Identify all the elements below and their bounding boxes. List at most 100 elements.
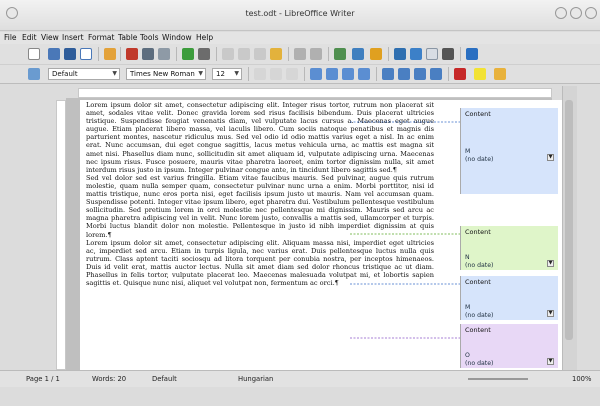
export-pdf-icon[interactable] bbox=[126, 48, 138, 60]
language[interactable]: Hungarian bbox=[238, 375, 273, 383]
scrollbar-thumb[interactable] bbox=[565, 100, 573, 340]
toolbar-separator bbox=[328, 47, 329, 61]
align-right-icon[interactable] bbox=[342, 68, 354, 80]
toolbar-separator bbox=[388, 47, 389, 61]
title-bar: test.odt - LibreOffice Writer bbox=[0, 0, 600, 31]
print-icon[interactable] bbox=[142, 48, 154, 60]
numbering-icon[interactable] bbox=[382, 68, 394, 80]
bullets-icon[interactable] bbox=[398, 68, 410, 80]
comment-menu-icon[interactable]: ▼ bbox=[547, 154, 554, 161]
menu-view[interactable]: View bbox=[41, 33, 59, 42]
data-sources-icon[interactable] bbox=[426, 48, 438, 60]
increase-indent-icon[interactable] bbox=[430, 68, 442, 80]
font-color-icon[interactable] bbox=[454, 68, 466, 80]
font-size-value: 12 bbox=[216, 70, 225, 78]
toolbar-separator bbox=[304, 67, 305, 81]
align-center-icon[interactable] bbox=[326, 68, 338, 80]
maximize-icon[interactable] bbox=[570, 7, 582, 19]
copy-icon[interactable] bbox=[238, 48, 250, 60]
menu-table[interactable]: Table bbox=[118, 33, 137, 42]
menu-edit[interactable]: Edit bbox=[22, 33, 37, 42]
decrease-indent-icon[interactable] bbox=[414, 68, 426, 80]
underline-icon[interactable] bbox=[286, 68, 298, 80]
menu-window[interactable]: Window bbox=[162, 33, 192, 42]
edit-file-icon[interactable] bbox=[104, 48, 116, 60]
toolbar-separator bbox=[120, 47, 121, 61]
paste-icon[interactable] bbox=[254, 48, 266, 60]
menu-help[interactable]: Help bbox=[196, 33, 213, 42]
new-document-icon[interactable] bbox=[28, 48, 40, 60]
comment-card[interactable]: Content M (no date) ▼ bbox=[460, 108, 558, 194]
justify-icon[interactable] bbox=[358, 68, 370, 80]
comment-content[interactable]: Content bbox=[465, 110, 491, 118]
comment-card[interactable]: Content O (no date) ▼ bbox=[460, 324, 558, 368]
page-count[interactable]: Page 1 / 1 bbox=[26, 375, 60, 383]
document-page[interactable]: Lorem ipsum dolor sit amet, consectetur … bbox=[80, 100, 470, 370]
help-icon[interactable] bbox=[466, 48, 478, 60]
page-style[interactable]: Default bbox=[152, 375, 177, 383]
status-bar: Page 1 / 1 Words: 20 Default Hungarian 1… bbox=[0, 370, 600, 387]
redo-icon[interactable] bbox=[310, 48, 322, 60]
menu-format[interactable]: Format bbox=[88, 33, 114, 42]
print-preview-icon[interactable] bbox=[158, 48, 170, 60]
gallery-icon[interactable] bbox=[410, 48, 422, 60]
zoom-level[interactable]: 100% bbox=[572, 375, 591, 383]
chevron-down-icon: ▼ bbox=[112, 70, 117, 77]
toolbar-separator bbox=[460, 47, 461, 61]
menu-insert[interactable]: Insert bbox=[62, 33, 84, 42]
open-icon[interactable] bbox=[48, 48, 60, 60]
navigator-icon[interactable] bbox=[394, 48, 406, 60]
font-size-select[interactable]: 12 ▼ bbox=[212, 68, 242, 80]
font-name-value: Times New Roman bbox=[130, 70, 195, 78]
minimize-icon[interactable] bbox=[555, 7, 567, 19]
align-left-icon[interactable] bbox=[310, 68, 322, 80]
comments-pane: Content M (no date) ▼ Content N (no date… bbox=[460, 100, 562, 370]
italic-icon[interactable] bbox=[270, 68, 282, 80]
table-icon[interactable] bbox=[352, 48, 364, 60]
comment-menu-icon[interactable]: ▼ bbox=[547, 310, 554, 317]
toolbar-separator bbox=[216, 47, 217, 61]
comment-content[interactable]: Content bbox=[465, 228, 491, 236]
background-color-icon[interactable] bbox=[494, 68, 506, 80]
menu-bar: File Edit View Insert Format Table Tools… bbox=[0, 32, 600, 44]
autospell-icon[interactable] bbox=[198, 48, 210, 60]
comment-date: (no date) bbox=[465, 360, 494, 367]
comment-content[interactable]: Content bbox=[465, 278, 491, 286]
font-name-select[interactable]: Times New Roman ▼ bbox=[126, 68, 206, 80]
hyperlink-icon[interactable] bbox=[334, 48, 346, 60]
paragraph-style-select[interactable]: Default ▼ bbox=[48, 68, 120, 80]
bold-icon[interactable] bbox=[254, 68, 266, 80]
comment-content[interactable]: Content bbox=[465, 326, 491, 334]
zoom-slider[interactable] bbox=[468, 378, 528, 380]
vertical-ruler[interactable] bbox=[56, 100, 66, 370]
menu-tools[interactable]: Tools bbox=[140, 33, 158, 42]
comment-date: (no date) bbox=[465, 312, 494, 319]
highlighting-icon[interactable] bbox=[474, 68, 486, 80]
standard-toolbar bbox=[0, 44, 600, 65]
comment-date: (no date) bbox=[465, 262, 494, 269]
toolbar-separator bbox=[248, 67, 249, 81]
show-draw-functions-icon[interactable] bbox=[370, 48, 382, 60]
styles-formatting-icon[interactable] bbox=[28, 68, 40, 80]
formatting-marks-icon[interactable] bbox=[442, 48, 454, 60]
comment-card[interactable]: Content M (no date) ▼ bbox=[460, 276, 558, 320]
comment-author: M bbox=[465, 148, 471, 155]
toolbar-separator bbox=[376, 67, 377, 81]
clone-formatting-icon[interactable] bbox=[270, 48, 282, 60]
comment-menu-icon[interactable]: ▼ bbox=[547, 260, 554, 267]
formatting-toolbar: Default ▼ Times New Roman ▼ 12 ▼ bbox=[0, 65, 600, 84]
cut-icon[interactable] bbox=[222, 48, 234, 60]
word-count[interactable]: Words: 20 bbox=[92, 375, 126, 383]
save-icon[interactable] bbox=[64, 48, 76, 60]
comment-anchor-lines bbox=[350, 121, 460, 339]
horizontal-ruler[interactable] bbox=[78, 88, 552, 98]
chevron-down-icon: ▼ bbox=[198, 70, 203, 77]
toolbar-separator bbox=[448, 67, 449, 81]
undo-icon[interactable] bbox=[294, 48, 306, 60]
close-icon[interactable] bbox=[585, 7, 597, 19]
comment-menu-icon[interactable]: ▼ bbox=[547, 358, 554, 365]
menu-file[interactable]: File bbox=[4, 33, 17, 42]
comment-card[interactable]: Content N (no date) ▼ bbox=[460, 226, 558, 270]
spelling-icon[interactable] bbox=[182, 48, 194, 60]
email-icon[interactable] bbox=[80, 48, 92, 60]
